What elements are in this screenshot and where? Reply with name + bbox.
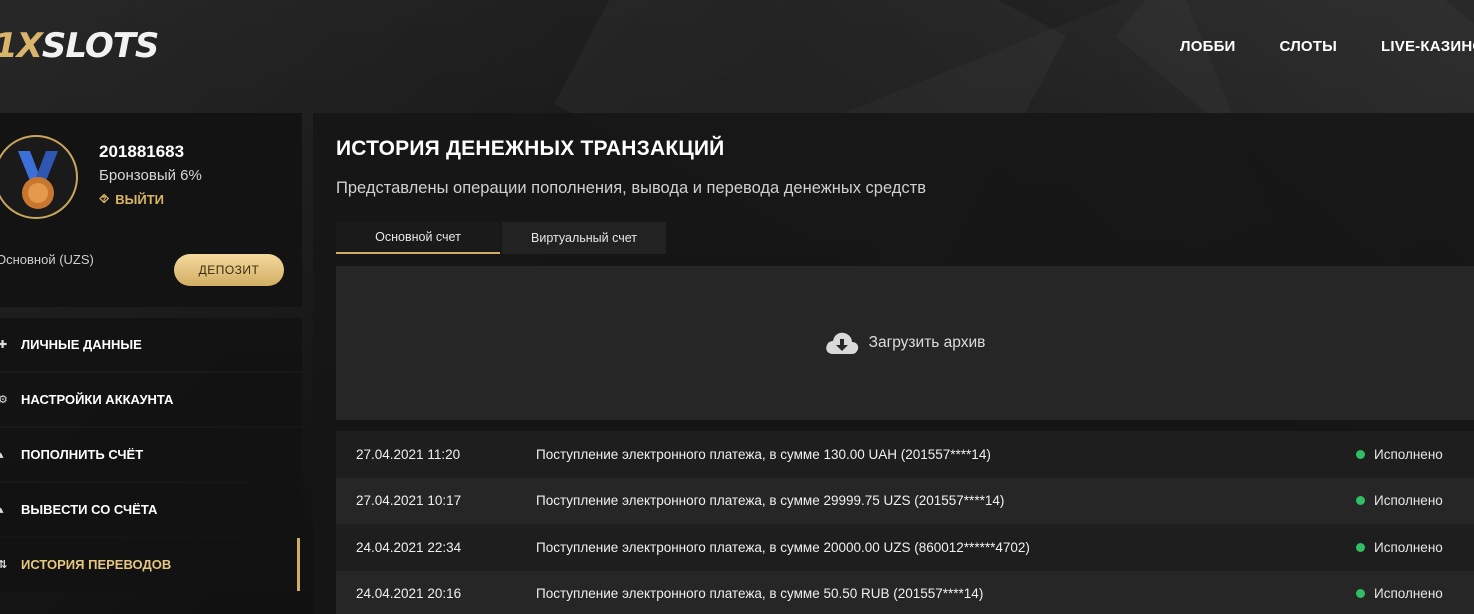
logout-link[interactable]: ⯑ ВЫЙТИ <box>99 191 164 207</box>
download-archive-button[interactable]: Загрузить архив <box>336 266 1474 420</box>
menu-item-label: ПОПОЛНИТЬ СЧЁТ <box>21 447 144 462</box>
gear-icon: ⚙ <box>0 394 8 406</box>
transaction-description: Поступление электронного платежа, в сумм… <box>536 493 1005 509</box>
logout-label: ВЫЙТИ <box>115 191 165 207</box>
main-nav: ЛОББИ СЛОТЫ LIVE-КАЗИНО <box>1180 38 1474 55</box>
status-label: Исполнено <box>1374 586 1443 602</box>
menu-item-personal-data[interactable]: ✚ ЛИЧНЫЕ ДАННЫЕ <box>0 318 302 371</box>
status-dot-icon <box>1356 542 1365 552</box>
page-subtitle: Представлены операции пополнения, вывода… <box>336 179 926 197</box>
status-badge: Исполнено <box>1356 540 1474 555</box>
menu-item-label: ИСТОРИЯ ПЕРЕВОДОВ <box>21 557 172 572</box>
logo[interactable]: 1XSLOTS <box>0 26 160 66</box>
transactions-table: 27.04.2021 11:20 Поступление электронног… <box>336 431 1474 614</box>
menu-item-label: ЛИЧНЫЕ ДАННЫЕ <box>21 337 142 352</box>
tab-main-account[interactable]: Основной счет <box>336 222 500 254</box>
menu-item-label: НАСТРОЙКИ АККАУНТА <box>21 392 174 407</box>
table-row: 27.04.2021 11:20 Поступление электронног… <box>336 431 1474 478</box>
nav-slots[interactable]: СЛОТЫ <box>1280 38 1338 55</box>
user-plus-icon: ✚ <box>0 339 8 351</box>
transaction-date: 24.04.2021 20:16 <box>356 586 462 602</box>
status-label: Исполнено <box>1374 446 1443 462</box>
account-menu: ✚ ЛИЧНЫЕ ДАННЫЕ ⚙ НАСТРОЙКИ АККАУНТА ▴ П… <box>0 318 302 593</box>
cloud-download-icon <box>825 332 858 354</box>
bronze-medal-icon <box>18 151 58 209</box>
page-title: ИСТОРИЯ ДЕНЕЖНЫХ ТРАНЗАКЦИЙ <box>336 137 725 160</box>
history-icon: ⇅ <box>0 559 8 571</box>
menu-item-transfer-history[interactable]: ⇅ ИСТОРИЯ ПЕРЕВОДОВ <box>0 538 302 591</box>
status-badge: Исполнено <box>1356 586 1474 601</box>
logo-prefix: 1X <box>0 26 43 66</box>
header: 1XSLOTS ЛОББИ СЛОТЫ LIVE-КАЗИНО <box>0 0 1474 100</box>
profile-id: 201881683 <box>99 142 185 161</box>
tab-virtual-account[interactable]: Виртуальный счет <box>502 222 666 254</box>
menu-item-withdraw[interactable]: ▴ ВЫВЕСТИ СО СЧЁТА <box>0 483 302 536</box>
menu-item-deposit[interactable]: ▴ ПОПОЛНИТЬ СЧЁТ <box>0 428 302 481</box>
logo-suffix: SLOTS <box>41 26 160 66</box>
status-badge: Исполнено <box>1356 447 1474 462</box>
deposit-button[interactable]: ДЕПОЗИТ <box>174 254 284 286</box>
transaction-description: Поступление электронного платежа, в сумм… <box>536 539 1030 555</box>
menu-item-account-settings[interactable]: ⚙ НАСТРОЙКИ АККАУНТА <box>0 373 302 426</box>
nav-live-casino[interactable]: LIVE-КАЗИНО <box>1381 38 1474 55</box>
withdraw-icon: ▴ <box>0 504 4 516</box>
account-tabs: Основной счет Виртуальный счет <box>336 222 666 254</box>
transaction-history-panel: ИСТОРИЯ ДЕНЕЖНЫХ ТРАНЗАКЦИЙ Представлены… <box>313 113 1474 614</box>
transaction-date: 24.04.2021 22:34 <box>356 539 462 555</box>
logout-icon: ⯑ <box>99 191 110 206</box>
deposit-icon: ▴ <box>0 449 4 461</box>
account-label: Основной (UZS) <box>0 252 94 267</box>
status-label: Исполнено <box>1374 539 1443 555</box>
transaction-description: Поступление электронного платежа, в сумм… <box>536 446 991 462</box>
profile-card: 201881683 Бронзовый 6% ⯑ ВЫЙТИ Основной … <box>0 113 302 307</box>
download-archive-label: Загрузить архив <box>868 334 986 351</box>
status-dot-icon <box>1356 496 1365 506</box>
table-row: 24.04.2021 22:34 Поступление электронног… <box>336 524 1474 571</box>
status-dot-icon <box>1356 589 1365 599</box>
transaction-date: 27.04.2021 11:20 <box>356 446 461 462</box>
transaction-description: Поступление электронного платежа, в сумм… <box>536 586 984 602</box>
transaction-date: 27.04.2021 10:17 <box>356 493 462 509</box>
status-badge: Исполнено <box>1356 493 1474 508</box>
avatar <box>0 135 78 219</box>
menu-item-label: ВЫВЕСТИ СО СЧЁТА <box>21 502 158 517</box>
table-row: 24.04.2021 20:16 Поступление электронног… <box>336 570 1474 614</box>
status-label: Исполнено <box>1374 493 1443 509</box>
nav-lobby[interactable]: ЛОББИ <box>1180 38 1236 55</box>
status-dot-icon <box>1356 449 1365 459</box>
table-row: 27.04.2021 10:17 Поступление электронног… <box>336 477 1474 524</box>
loyalty-level: Бронзовый 6% <box>99 167 202 184</box>
